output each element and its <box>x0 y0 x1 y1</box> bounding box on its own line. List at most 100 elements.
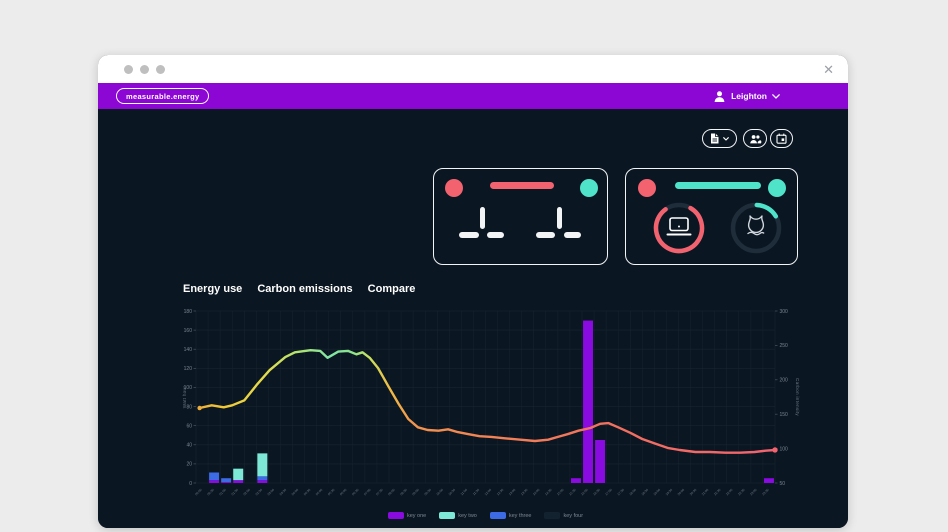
people-icon <box>749 134 761 143</box>
chevron-down-icon <box>772 93 780 99</box>
svg-text:21:00: 21:00 <box>701 488 710 497</box>
skeleton-bar <box>480 207 485 229</box>
legend-item[interactable]: key one <box>387 512 427 519</box>
svg-text:02:00: 02:00 <box>243 488 252 497</box>
svg-text:18:30: 18:30 <box>641 488 650 497</box>
svg-text:10:30: 10:30 <box>448 488 457 497</box>
svg-text:07:30: 07:30 <box>375 488 384 497</box>
skeleton-bar <box>536 232 555 238</box>
svg-text:15:00: 15:00 <box>556 488 565 497</box>
svg-text:180: 180 <box>184 309 193 315</box>
tab-energy-use[interactable]: Energy use <box>183 283 242 295</box>
svg-text:14:30: 14:30 <box>544 488 553 497</box>
dashboard-content: Energy use Carbon emissions Compare 0 20 4… <box>98 109 848 528</box>
svg-text:17:00: 17:00 <box>604 488 613 497</box>
document-icon <box>711 133 719 144</box>
skeleton-bar <box>557 207 562 229</box>
app-window: ✕ measurable.energy Leighton Energy use … <box>98 55 848 528</box>
svg-text:11:30: 11:30 <box>472 488 480 496</box>
brand-logo[interactable]: measurable.energy <box>116 88 210 104</box>
card-title-bar <box>490 182 554 189</box>
window-dot-icon[interactable] <box>124 64 133 74</box>
svg-text:15:30: 15:30 <box>568 488 577 497</box>
flame-icon <box>747 215 765 236</box>
desktop-background: ✕ measurable.energy Leighton Energy use … <box>0 0 948 532</box>
svg-text:17:30: 17:30 <box>616 488 625 497</box>
svg-text:160: 160 <box>184 328 193 334</box>
tab-carbon-emissions[interactable]: Carbon emissions <box>257 283 352 295</box>
calendar-button[interactable] <box>770 129 793 148</box>
export-button[interactable] <box>702 129 737 148</box>
svg-text:03:00: 03:00 <box>267 488 276 497</box>
svg-text:23:00: 23:00 <box>749 488 758 497</box>
legend-item[interactable]: key four <box>544 512 583 519</box>
svg-text:22:30: 22:30 <box>737 488 746 497</box>
svg-text:20:30: 20:30 <box>689 488 698 497</box>
svg-text:12:00: 12:00 <box>484 488 493 497</box>
legend-label: key three <box>508 512 532 519</box>
skeleton-bar <box>459 232 479 238</box>
svg-text:06:30: 06:30 <box>351 488 360 497</box>
legend-swatch <box>489 512 506 519</box>
svg-text:21:30: 21:30 <box>713 488 722 497</box>
chart-tabs: Energy use Carbon emissions Compare <box>183 283 415 295</box>
status-dot-red <box>638 179 656 197</box>
user-menu[interactable]: Leighton <box>713 83 780 109</box>
svg-text:12:30: 12:30 <box>496 488 505 497</box>
svg-text:06:00: 06:00 <box>339 488 348 497</box>
legend-label: key four <box>563 512 584 519</box>
svg-text:08:00: 08:00 <box>387 488 396 497</box>
svg-text:13:30: 13:30 <box>520 488 529 497</box>
energy-carbon-chart[interactable]: 0204060801001201401601805010015020025030… <box>180 303 812 528</box>
window-dot-icon[interactable] <box>156 64 165 74</box>
energy-gauge <box>653 202 705 254</box>
user-icon <box>714 90 725 102</box>
svg-text:50: 50 <box>780 481 786 487</box>
summary-card-gauges <box>625 168 798 265</box>
legend-label: key one <box>406 512 427 519</box>
svg-text:23:30: 23:30 <box>761 488 770 497</box>
calendar-icon <box>776 133 787 144</box>
legend-item[interactable]: key three <box>489 512 532 519</box>
svg-text:18:00: 18:00 <box>629 488 638 497</box>
svg-text:00:30: 00:30 <box>206 488 215 497</box>
legend-item[interactable]: key two <box>439 512 477 519</box>
svg-text:04:00: 04:00 <box>291 488 300 497</box>
svg-text:19:00: 19:00 <box>653 488 662 497</box>
svg-text:20: 20 <box>186 462 192 468</box>
legend-swatch <box>544 512 561 519</box>
laptop-icon <box>666 217 692 236</box>
svg-text:Watt hour: Watt hour <box>182 386 187 409</box>
card-title-bar <box>675 182 761 189</box>
svg-text:13:00: 13:00 <box>508 488 517 497</box>
svg-text:22:00: 22:00 <box>725 488 734 497</box>
window-dot-icon[interactable] <box>140 64 149 74</box>
svg-text:10:00: 10:00 <box>436 488 445 497</box>
svg-text:140: 140 <box>184 347 193 353</box>
svg-text:01:30: 01:30 <box>230 488 239 497</box>
chart-legend: key one key two key three key four <box>196 512 775 519</box>
svg-text:14:00: 14:00 <box>532 488 541 497</box>
close-icon[interactable]: ✕ <box>823 63 834 76</box>
carbon-gauge <box>730 202 782 254</box>
legend-label: key two <box>458 512 477 519</box>
svg-text:07:00: 07:00 <box>363 488 372 497</box>
chevron-down-icon <box>723 136 729 141</box>
users-button[interactable] <box>743 129 767 148</box>
svg-text:60: 60 <box>186 423 192 429</box>
svg-text:300: 300 <box>780 309 789 315</box>
svg-text:120: 120 <box>184 366 193 372</box>
svg-text:16:30: 16:30 <box>592 488 601 497</box>
skeleton-bar <box>487 232 504 238</box>
svg-text:200: 200 <box>780 378 789 384</box>
status-dot-red <box>445 179 463 197</box>
tab-compare[interactable]: Compare <box>368 283 416 295</box>
svg-text:01:00: 01:00 <box>218 488 227 497</box>
svg-text:05:30: 05:30 <box>327 488 336 497</box>
svg-text:20:00: 20:00 <box>677 488 686 497</box>
svg-text:150: 150 <box>780 412 789 418</box>
svg-text:04:30: 04:30 <box>303 488 312 497</box>
summary-card-loading <box>433 168 608 265</box>
svg-text:40: 40 <box>186 443 192 449</box>
svg-text:00:00: 00:00 <box>194 488 203 497</box>
